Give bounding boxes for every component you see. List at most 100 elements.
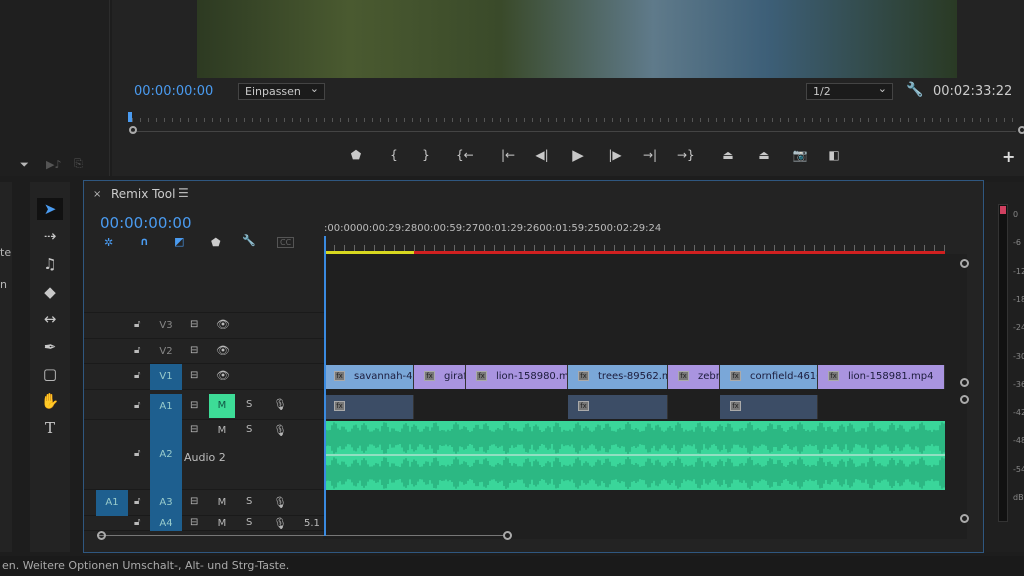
video-clip[interactable]: fx savannah-468	[324, 365, 414, 389]
sync-lock-icon[interactable]: ⊟	[190, 400, 198, 411]
nest-icon[interactable]: ✲	[104, 236, 113, 249]
source-patch-A1[interactable]: A1	[96, 490, 128, 516]
compare-button[interactable]: ◧	[826, 148, 842, 162]
track-target-A1[interactable]: A1	[150, 394, 182, 420]
mark-out-button[interactable]: }	[418, 148, 434, 162]
sync-lock-icon[interactable]: ⊟	[190, 424, 198, 435]
zoom-handle-left[interactable]	[129, 126, 137, 134]
voiceover-mic-icon[interactable]: 🎙︎	[273, 424, 287, 437]
video-clip[interactable]: fx zebr	[668, 365, 720, 389]
zoom-bar[interactable]	[132, 126, 1016, 132]
insert-icon[interactable]: ▶♪	[46, 158, 61, 171]
program-timecode[interactable]: 00:00:00:00	[134, 84, 213, 99]
video-clip[interactable]: fx lion-158980.mp	[466, 365, 568, 389]
lock-icon[interactable]: 🔓︎	[134, 345, 140, 356]
linked-selection-icon[interactable]: ◩	[174, 235, 184, 248]
lock-icon[interactable]: 🔓︎	[134, 370, 140, 381]
track-select-tool-icon[interactable]: ⇢	[37, 225, 63, 247]
snap-magnet-icon[interactable]: ∩	[140, 235, 149, 248]
close-icon[interactable]: ×	[93, 189, 101, 200]
audio-clip-a1[interactable]: fx	[720, 395, 818, 419]
mute-button[interactable]: M	[209, 424, 235, 438]
lock-icon[interactable]: 🔓︎	[134, 517, 140, 528]
filter-icon[interactable]: ⏷	[20, 158, 29, 172]
track-target-A2[interactable]: A2	[150, 420, 182, 490]
horizontal-scrollbar[interactable]	[89, 530, 959, 540]
step-back-edit-button[interactable]: |←	[500, 148, 516, 162]
solo-button[interactable]: S	[246, 496, 252, 507]
extract-button[interactable]: ⏏	[756, 148, 772, 162]
go-to-in-button[interactable]: {←	[456, 148, 474, 162]
add-button[interactable]: +	[1002, 147, 1015, 166]
lock-icon[interactable]: 🔓︎	[134, 448, 140, 459]
zoom-handle-right[interactable]	[1018, 126, 1024, 134]
mute-button[interactable]: M	[209, 394, 235, 418]
audio-clip-a1[interactable]: fx	[324, 395, 414, 419]
go-to-out-button[interactable]: →}	[677, 148, 695, 162]
video-clip[interactable]: fx giraf	[414, 365, 466, 389]
sync-lock-icon[interactable]: ⊟	[190, 517, 198, 528]
track-target-A4[interactable]: A4	[150, 516, 182, 531]
fit-dropdown[interactable]: Einpassen	[238, 82, 325, 100]
panel-menu-icon[interactable]: ☰	[178, 186, 189, 200]
program-scrubber[interactable]	[128, 112, 1024, 136]
sync-lock-icon[interactable]: ⊟	[190, 345, 198, 356]
lock-icon[interactable]: 🔓︎	[134, 319, 140, 330]
solo-button[interactable]: S	[246, 517, 252, 528]
eye-icon[interactable]: 👁︎	[216, 369, 230, 382]
voiceover-mic-icon[interactable]: 🎙︎	[273, 398, 287, 411]
solo-button[interactable]: S	[246, 424, 252, 435]
mark-in-button[interactable]: {	[386, 148, 402, 162]
rectangle-tool-icon[interactable]: ▢	[37, 363, 63, 385]
peak-indicator[interactable]	[1000, 206, 1006, 214]
audio-clip-a2[interactable]	[323, 421, 945, 490]
video-vertical-scrollbar[interactable]	[960, 259, 970, 389]
eye-icon[interactable]: 👁︎	[216, 344, 230, 357]
captions-icon[interactable]: CC	[277, 237, 295, 248]
pen-tool-icon[interactable]: ✒	[37, 336, 63, 358]
video-clip[interactable]: fx trees-89562.mp	[568, 365, 668, 389]
resolution-dropdown[interactable]: 1/2	[806, 82, 893, 100]
sync-lock-icon[interactable]: ⊟	[190, 319, 198, 330]
step-forward-edit-button[interactable]: →|	[642, 148, 658, 162]
sync-lock-icon[interactable]: ⊟	[190, 496, 198, 507]
track-target-A3[interactable]: A3	[150, 490, 182, 516]
audio-vertical-scrollbar[interactable]	[960, 395, 970, 525]
step-forward-button[interactable]: |▶	[607, 148, 623, 162]
play-button[interactable]: ▶	[570, 146, 586, 164]
mute-button[interactable]: M	[209, 517, 235, 531]
audio-clip-a1[interactable]: fx	[568, 395, 668, 419]
track-target-V1[interactable]: V1	[150, 364, 182, 390]
lock-icon[interactable]: 🔓︎	[134, 400, 140, 411]
timeline-timecode[interactable]: 00:00:00:00	[100, 214, 192, 232]
sequence-tab[interactable]: Remix Tool	[111, 187, 175, 201]
lift-button[interactable]: ⏏	[720, 148, 736, 162]
remix-tool-icon[interactable]: ♫	[37, 253, 63, 275]
slip-tool-icon[interactable]: ↔	[37, 308, 63, 330]
lock-icon[interactable]: 🔓︎	[134, 496, 140, 507]
type-tool-icon[interactable]: T	[37, 417, 63, 439]
export-icon[interactable]: ⎘	[74, 157, 83, 171]
video-clip[interactable]: fx lion-158981.mp4	[818, 365, 945, 389]
playhead-line[interactable]	[324, 236, 326, 536]
settings-wrench-icon[interactable]: 🔧	[242, 234, 256, 247]
eye-icon[interactable]: 👁︎	[216, 318, 230, 331]
time-ruler[interactable]: :00:0000:00:29:2800:00:59:2700:01:29:260…	[324, 221, 964, 255]
hand-tool-icon[interactable]: ✋	[37, 390, 63, 412]
step-back-button[interactable]: ◀|	[534, 148, 550, 162]
export-frame-button[interactable]: 📷	[792, 148, 808, 162]
razor-tool-icon[interactable]: ◆	[37, 281, 63, 303]
mute-button[interactable]: M	[209, 496, 235, 510]
track-target-V2[interactable]: V2	[150, 339, 182, 364]
selection-tool-icon[interactable]: ➤	[37, 198, 63, 220]
solo-button[interactable]: S	[246, 399, 252, 410]
track-target-V3[interactable]: V3	[150, 313, 182, 339]
sync-lock-icon[interactable]: ⊟	[190, 370, 198, 381]
add-marker-button[interactable]: ⬟	[348, 148, 364, 162]
add-marker-icon[interactable]: ⬟	[211, 236, 221, 249]
meter-label: -42	[1013, 408, 1024, 418]
video-clip[interactable]: fx cornfield-46169	[720, 365, 818, 389]
settings-wrench-icon[interactable]: 🔧	[906, 82, 923, 98]
voiceover-mic-icon[interactable]: 🎙︎	[273, 517, 287, 530]
voiceover-mic-icon[interactable]: 🎙︎	[273, 496, 287, 509]
